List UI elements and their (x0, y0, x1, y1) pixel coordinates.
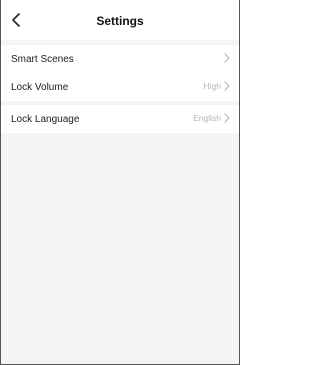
lock-volume-row[interactable]: Lock Volume High (1, 73, 239, 101)
smart-scenes-row[interactable]: Smart Scenes (1, 45, 239, 73)
top-navigation-bar: Settings (1, 0, 239, 40)
settings-group-2: Lock Language English (1, 105, 239, 133)
smart-scenes-label: Smart Scenes (11, 54, 74, 65)
lock-language-row[interactable]: Lock Language English (1, 105, 239, 133)
lock-language-value: English (193, 113, 221, 123)
chevron-right-icon (224, 53, 230, 63)
chevron-right-icon (224, 113, 230, 123)
page-title: Settings (96, 14, 144, 28)
chevron-right-icon (224, 81, 230, 91)
lock-language-label: Lock Language (11, 114, 80, 125)
lock-volume-value: High (203, 81, 221, 91)
lock-volume-label: Lock Volume (11, 82, 69, 93)
settings-screen: Settings Smart Scenes Lock Volume High L… (0, 0, 240, 365)
settings-group-1: Smart Scenes Lock Volume High (1, 45, 239, 101)
